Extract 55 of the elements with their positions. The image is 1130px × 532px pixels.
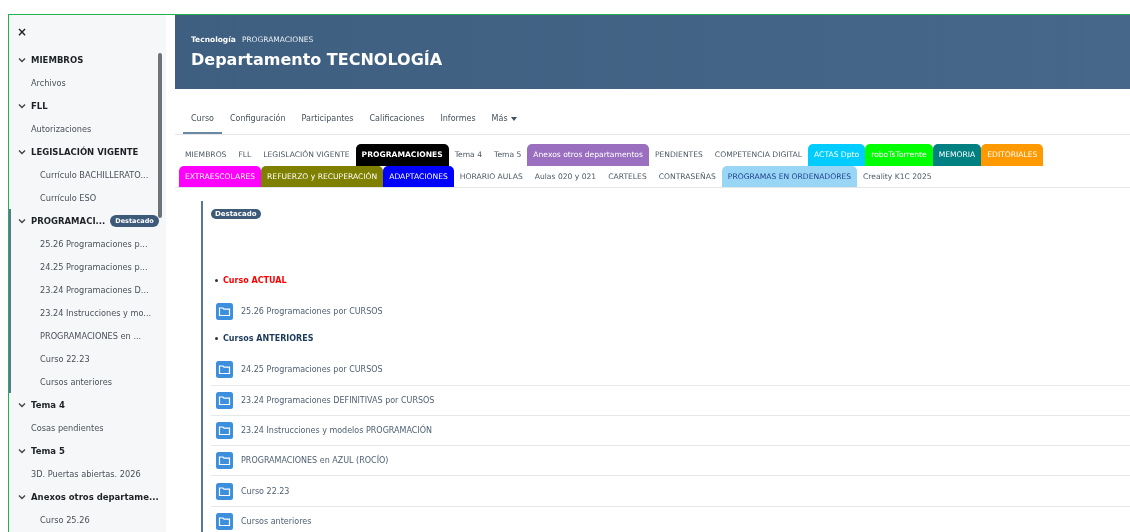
folder-icon (216, 422, 233, 440)
section-title[interactable]: MIEMBROS (31, 54, 84, 65)
chevron-icon[interactable] (18, 147, 26, 156)
chevron-icon[interactable] (18, 446, 26, 455)
folder-link[interactable]: Cursos anteriores (241, 516, 312, 526)
folder-link[interactable]: 25.26 Programaciones por CURSOS (241, 306, 383, 316)
section-heading: Curso ACTUAL (223, 275, 287, 285)
sidebar-item[interactable]: Cosas pendientes (11, 416, 166, 439)
chevron-icon[interactable] (18, 216, 26, 225)
section-title[interactable]: PROGRAMACI... (31, 215, 106, 226)
folder-icon (216, 482, 233, 500)
close-button[interactable]: × (9, 24, 28, 40)
nav-tab[interactable]: Curso (183, 104, 222, 134)
page-title: Departamento TECNOLOGÍA (191, 50, 444, 69)
folder-link[interactable]: 23.24 Instrucciones y modelos PROGRAMACIÓN (241, 426, 432, 436)
sidebar-item[interactable]: Autorizaciones (11, 117, 166, 140)
nav-tab[interactable]: Más (483, 104, 525, 134)
sidebar-item[interactable]: 23.24 Instrucciones y mo... (11, 301, 166, 324)
folder-icon (216, 452, 233, 470)
folder-icon (216, 302, 233, 320)
section-title[interactable]: FLL (31, 100, 48, 111)
section-title[interactable]: Tema 5 (31, 445, 65, 456)
sidebar-item[interactable]: 24.25 Programaciones p... (11, 255, 166, 278)
sidebar-item[interactable]: 23.24 Programaciones D... (11, 278, 166, 301)
folder-icon (216, 512, 233, 530)
scrollbar[interactable] (158, 53, 162, 218)
chevron-icon[interactable] (18, 400, 26, 409)
folder-icon (216, 360, 233, 378)
folder-link[interactable]: PROGRAMACIONES en AZUL (ROCÍO) (241, 456, 389, 466)
folder-icon (216, 391, 233, 409)
section-title[interactable]: Tema 4 (31, 399, 65, 410)
sidebar-item[interactable]: Currículo ESO (11, 186, 166, 209)
sidebar-item[interactable]: Cursos anteriores (11, 370, 166, 393)
folder-link[interactable]: Curso 22.23 (241, 486, 290, 496)
bullet-icon (215, 278, 218, 282)
sidebar-item[interactable]: Curso 22.23 (11, 347, 166, 370)
nav-tab[interactable]: Configuración (222, 104, 294, 134)
chevron-icon[interactable] (18, 492, 26, 501)
sidebar-item[interactable]: Archivos (11, 71, 166, 94)
folder-link[interactable]: 23.24 Programaciones DEFINITIVAS por CURSOS (241, 395, 435, 405)
sidebar-item[interactable]: Curso 25.26 (11, 508, 166, 531)
chevron-icon[interactable] (18, 55, 26, 64)
sidebar-item[interactable]: PROGRAMACIONES en ... (11, 324, 166, 347)
nav-tab[interactable]: Informes (432, 104, 484, 134)
bullet-icon (215, 336, 218, 340)
section-heading: Cursos ANTERIORES (223, 333, 314, 343)
sidebar-item[interactable]: 25.26 Programaciones p... (11, 232, 166, 255)
section-title[interactable]: LEGISLACIÓN VIGENTE (31, 146, 139, 157)
sidebar-item[interactable]: 3D. Puertas abiertas. 2026 (11, 462, 166, 485)
folder-link[interactable]: 24.25 Programaciones por CURSOS (241, 364, 383, 374)
sidebar-item[interactable]: Currículo BACHILLERATO... (11, 163, 166, 186)
nav-tab[interactable]: Calificaciones (361, 104, 433, 134)
nav-tab[interactable]: Participantes (293, 104, 362, 134)
section-title[interactable]: Anexos otros departame... (31, 491, 159, 502)
chevron-icon[interactable] (18, 101, 26, 110)
